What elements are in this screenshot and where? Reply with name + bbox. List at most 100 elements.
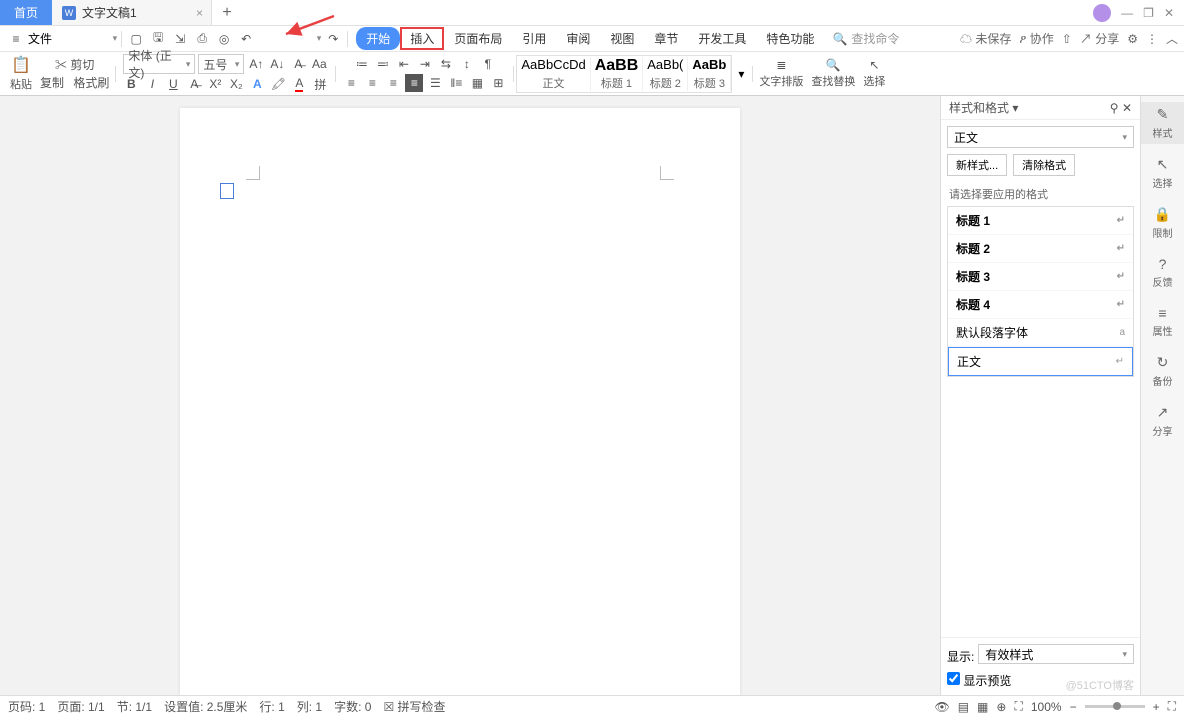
zoom-out-button[interactable]: − — [1070, 700, 1077, 714]
increase-indent-button[interactable]: ⇥ — [416, 55, 434, 73]
menu-tab-1[interactable]: 插入 — [400, 27, 444, 50]
coop-button[interactable]: ዖ 协作 — [1019, 30, 1053, 47]
copy-button[interactable]: 复制 — [40, 74, 64, 91]
text-layout-button[interactable]: ≣ 文字排版 — [755, 58, 807, 89]
sidebar-item-反馈[interactable]: ?反馈 — [1141, 252, 1184, 293]
status-page[interactable]: 页面: 1/1 — [57, 698, 104, 715]
zoom-in-button[interactable]: + — [1153, 700, 1160, 714]
align-center-button[interactable]: ≡ — [363, 74, 381, 92]
zoom-value[interactable]: 100% — [1031, 700, 1062, 714]
share-button[interactable]: ↗ 分享 — [1080, 30, 1119, 47]
maximize-button[interactable]: ❐ — [1143, 6, 1154, 20]
menu-tab-3[interactable]: 引用 — [512, 27, 556, 50]
style-list-item[interactable]: 标题 4↵ — [948, 291, 1133, 319]
style-gallery-item[interactable]: AaBbCcDd正文 — [517, 57, 590, 91]
add-tab-button[interactable]: + — [212, 0, 242, 25]
style-list-item[interactable]: 正文↵ — [948, 347, 1133, 376]
clear-format-button[interactable]: 清除格式 — [1013, 154, 1075, 176]
close-window-button[interactable]: ✕ — [1164, 6, 1174, 20]
font-color-button[interactable]: A — [290, 75, 308, 93]
italic-button[interactable]: I — [143, 75, 161, 93]
style-gallery-item[interactable]: AaBB标题 1 — [591, 57, 644, 91]
style-gallery-item[interactable]: AaBb标题 3 — [688, 57, 731, 91]
tab-button[interactable]: ⇆ — [437, 55, 455, 73]
justify-button[interactable]: ≡ — [405, 74, 423, 92]
select-button[interactable]: ↖ 选择 — [859, 58, 889, 89]
find-replace-button[interactable]: 🔍 查找替换 — [807, 58, 859, 89]
menu-tab-4[interactable]: 审阅 — [556, 27, 600, 50]
menu-tab-0[interactable]: 开始 — [356, 27, 400, 50]
zoom-slider[interactable] — [1085, 705, 1145, 708]
align-left-button[interactable]: ≡ — [342, 74, 360, 92]
status-page-no[interactable]: 页码: 1 — [8, 698, 45, 715]
new-style-button[interactable]: 新样式... — [947, 154, 1007, 176]
avatar[interactable] — [1093, 4, 1111, 22]
eye-icon[interactable]: 👁 — [934, 700, 949, 714]
document-canvas[interactable] — [0, 96, 940, 695]
text-effects-button[interactable]: A — [248, 75, 266, 93]
decrease-indent-button[interactable]: ⇤ — [395, 55, 413, 73]
upload-icon[interactable]: ⇧ — [1062, 32, 1072, 46]
align-right-button[interactable]: ≡ — [384, 74, 402, 92]
shrink-font-icon[interactable]: A↓ — [268, 55, 286, 73]
font-size-select[interactable]: 五号▾ — [198, 54, 244, 74]
underline-button[interactable]: U — [164, 75, 182, 93]
preview-checkbox[interactable]: 显示预览 — [947, 674, 1011, 688]
open-icon[interactable]: ▢ — [126, 29, 146, 49]
more-icon[interactable]: ⋮ — [1146, 32, 1158, 46]
close-panel-icon[interactable]: ✕ — [1122, 101, 1132, 115]
print-icon[interactable]: ⎙ — [192, 29, 212, 49]
show-marks-button[interactable]: ¶ — [479, 55, 497, 73]
distribute-button[interactable]: ☰ — [426, 74, 444, 92]
menu-tab-8[interactable]: 特色功能 — [756, 27, 824, 50]
save-icon[interactable]: 🖫 — [148, 29, 168, 49]
zoom-fit-icon[interactable]: ⛶ — [1014, 699, 1022, 714]
sidebar-item-属性[interactable]: ≡属性 — [1141, 301, 1184, 342]
undo-icon[interactable]: ↶ — [236, 29, 256, 49]
strike-button[interactable]: A̶ — [185, 75, 203, 93]
font-family-select[interactable]: 宋体 (正文)▾ — [123, 54, 195, 74]
preview-icon[interactable]: ◎ — [214, 29, 234, 49]
view-print-icon[interactable]: ▤ — [958, 700, 969, 714]
paste-group[interactable]: 📋 粘贴 — [6, 55, 36, 92]
highlight-button[interactable]: 🖍 — [269, 75, 287, 93]
pin-icon[interactable]: ⚲ — [1110, 101, 1119, 115]
style-gallery[interactable]: AaBbCcDd正文AaBB标题 1AaBb(标题 2AaBb标题 3 — [516, 55, 732, 93]
line-spacing-button[interactable]: ‖≡ — [447, 74, 465, 92]
sidebar-item-分享[interactable]: ↗分享 — [1141, 400, 1184, 442]
view-web-icon[interactable]: ▦ — [977, 700, 988, 714]
bullets-button[interactable]: ≔ — [353, 55, 371, 73]
change-case-icon[interactable]: Aa — [310, 55, 328, 73]
shading-button[interactable]: ▦ — [468, 74, 486, 92]
numbering-button[interactable]: ≕ — [374, 55, 392, 73]
fullscreen-icon[interactable]: ⛶ — [1168, 699, 1176, 714]
file-menu[interactable]: 文件 — [28, 30, 52, 47]
current-style-select[interactable]: 正文▾ — [947, 126, 1134, 148]
format-painter-button[interactable]: 格式刷 — [73, 74, 109, 91]
grow-font-icon[interactable]: A↑ — [247, 55, 265, 73]
menu-tab-6[interactable]: 章节 — [644, 27, 688, 50]
style-list-item[interactable]: 标题 3↵ — [948, 263, 1133, 291]
sort-button[interactable]: ↕ — [458, 55, 476, 73]
file-dropdown-icon[interactable]: ▾ — [113, 33, 118, 44]
status-col[interactable]: 列: 1 — [297, 698, 322, 715]
menu-icon[interactable]: ≡ — [6, 29, 26, 49]
phonetic-button[interactable]: 拼 — [311, 75, 329, 93]
sidebar-item-选择[interactable]: ↖选择 — [1141, 152, 1184, 194]
close-tab-icon[interactable]: × — [196, 6, 203, 20]
status-chars[interactable]: 字数: 0 — [334, 698, 371, 715]
style-list-item[interactable]: 标题 2↵ — [948, 235, 1133, 263]
command-search[interactable]: 🔍 查找命令 — [832, 30, 899, 47]
status-line[interactable]: 行: 1 — [259, 698, 284, 715]
sidebar-item-限制[interactable]: 🔒限制 — [1141, 202, 1184, 244]
style-list-item[interactable]: 默认段落字体a — [948, 319, 1133, 347]
status-pos[interactable]: 设置值: 2.5厘米 — [164, 698, 247, 715]
menu-tab-5[interactable]: 视图 — [600, 27, 644, 50]
minimize-button[interactable]: — — [1121, 6, 1133, 20]
sidebar-item-备份[interactable]: ↻备份 — [1141, 350, 1184, 392]
cut-button[interactable]: ✂ 剪切 — [55, 56, 94, 73]
status-section[interactable]: 节: 1/1 — [117, 698, 152, 715]
subscript-button[interactable]: X₂ — [227, 75, 245, 93]
menu-tab-2[interactable]: 页面布局 — [444, 27, 512, 50]
menu-tab-7[interactable]: 开发工具 — [688, 27, 756, 50]
